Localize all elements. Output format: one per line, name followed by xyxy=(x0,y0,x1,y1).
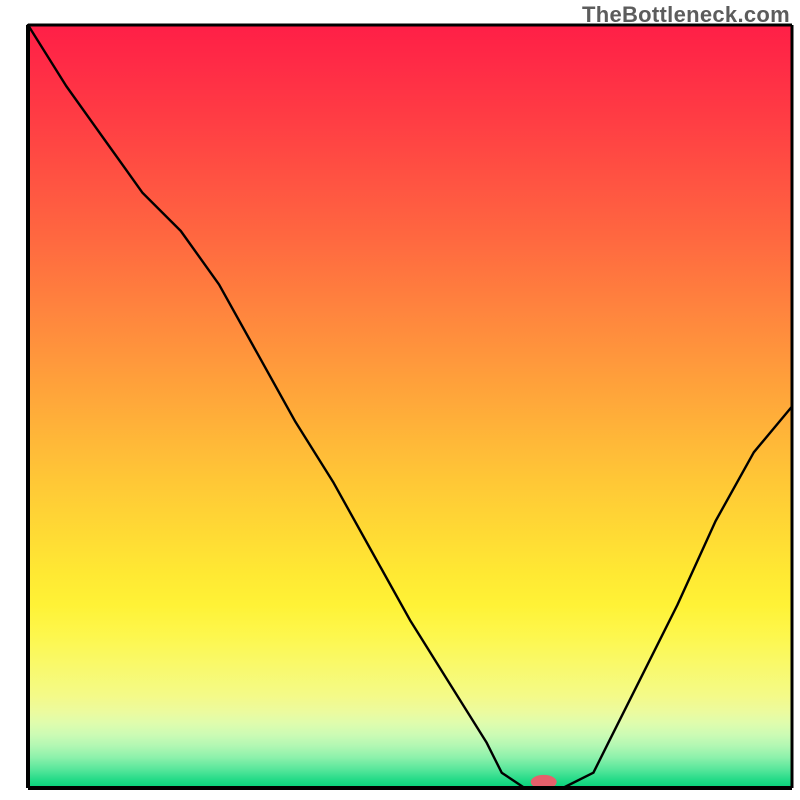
chart-canvas xyxy=(0,0,800,800)
bottleneck-chart: TheBottleneck.com xyxy=(0,0,800,800)
plot-area xyxy=(28,25,792,789)
watermark-text: TheBottleneck.com xyxy=(582,2,790,28)
gradient-background xyxy=(28,25,792,788)
